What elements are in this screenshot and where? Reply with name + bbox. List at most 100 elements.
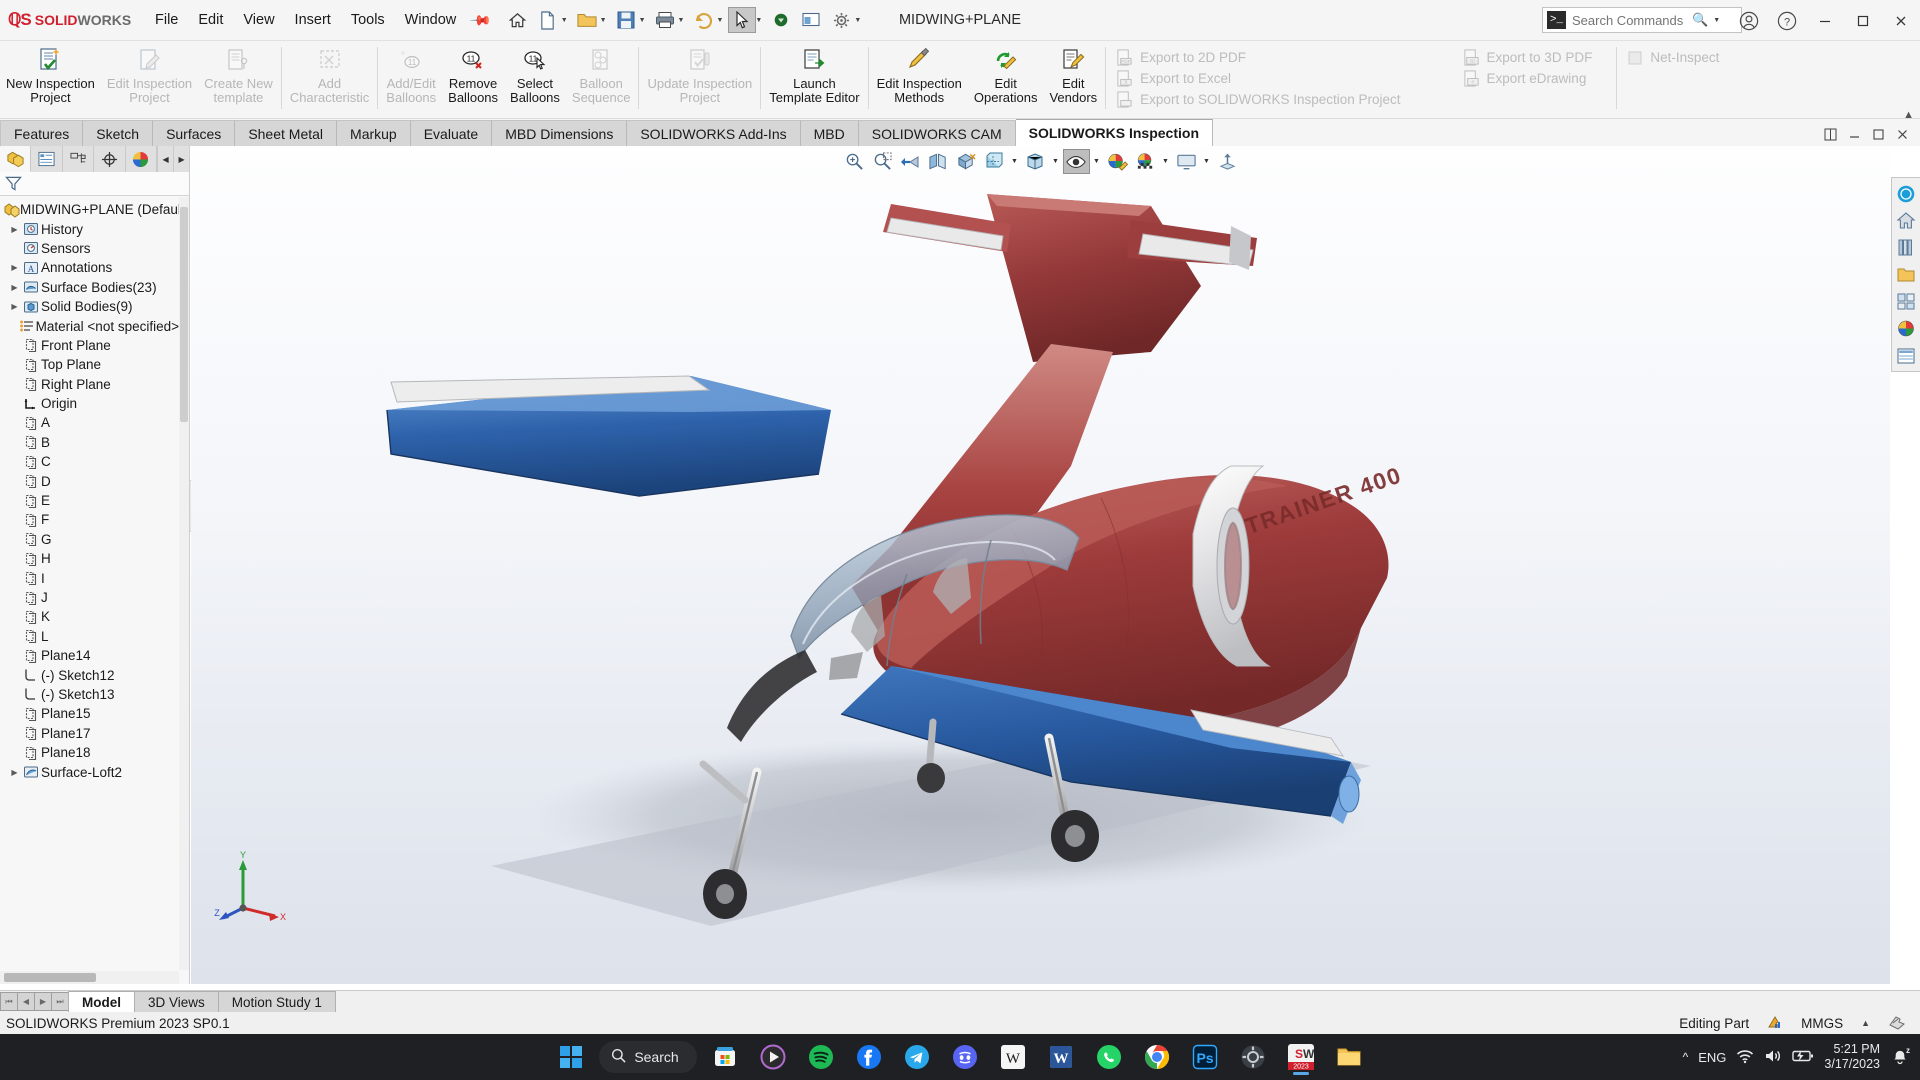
help-icon[interactable]: ? xyxy=(1768,0,1806,41)
chrome-icon[interactable] xyxy=(1137,1037,1177,1077)
feature-tree-vertical-scrollbar[interactable] xyxy=(179,197,189,970)
tab-features[interactable]: Features xyxy=(0,120,84,146)
previous-icon[interactable]: ◀ xyxy=(17,992,35,1011)
balloon-sequence-button[interactable]: Balloon Sequence xyxy=(566,41,637,111)
tree-item[interactable]: ▶ Surface-Loft2 xyxy=(0,762,179,781)
edit-inspection-methods-button[interactable]: Edit Inspection Methods xyxy=(871,41,968,111)
search-dropdown-icon[interactable]: ▼ xyxy=(1713,17,1720,24)
create-new-template-button[interactable]: Create New template xyxy=(198,41,279,111)
tree-item[interactable]: L xyxy=(0,627,179,646)
media-player-icon[interactable] xyxy=(753,1037,793,1077)
tree-item[interactable]: ▶ Solid Bodies(9) xyxy=(0,297,179,316)
feature-manager-tab[interactable] xyxy=(0,146,32,172)
tree-item[interactable]: F xyxy=(0,510,179,529)
first-icon[interactable]: ⏮ xyxy=(0,992,18,1011)
search-input[interactable] xyxy=(1572,12,1690,28)
clock[interactable]: 5:21 PM 3/17/2023 xyxy=(1824,1042,1880,1072)
battery-charging-icon[interactable] xyxy=(1792,1049,1814,1066)
appearances-scenes-icon[interactable] xyxy=(1892,315,1919,342)
tree-item[interactable]: Plane14 xyxy=(0,646,179,665)
tree-item[interactable]: Material <not specified> xyxy=(0,316,179,335)
scrollbar-thumb[interactable] xyxy=(4,973,96,982)
tab-solidworks-cam[interactable]: SOLIDWORKS CAM xyxy=(858,120,1016,146)
export-to-3d-pdf-item[interactable]: 3D Export to 3D PDF xyxy=(1455,47,1601,68)
chevron-up-icon[interactable]: ^ xyxy=(1683,1050,1689,1064)
tree-item[interactable]: MIDWING+PLANE (Default) xyxy=(0,200,179,219)
new-inspection-project-button[interactable]: New Inspection Project xyxy=(0,41,101,111)
tree-item[interactable]: E xyxy=(0,491,179,510)
next-icon[interactable]: ▶ xyxy=(34,992,52,1011)
tree-item[interactable]: I xyxy=(0,568,179,587)
launch-template-editor-button[interactable]: Launch Template Editor xyxy=(763,41,865,111)
new-document-icon[interactable] xyxy=(534,7,562,33)
menu-tools[interactable]: Tools xyxy=(341,8,395,32)
tab-markup[interactable]: Markup xyxy=(337,120,411,146)
display-style-icon[interactable] xyxy=(981,149,1008,174)
tree-item[interactable]: J xyxy=(0,588,179,607)
tree-item[interactable]: Plane17 xyxy=(0,724,179,743)
spotify-icon[interactable] xyxy=(801,1037,841,1077)
zoom-to-fit-icon[interactable] xyxy=(841,149,868,174)
select-balloons-button[interactable]: 11 Select Balloons xyxy=(504,41,566,111)
whatsapp-icon[interactable] xyxy=(1089,1037,1129,1077)
tab-solidworks-inspection[interactable]: SOLIDWORKS Inspection xyxy=(1015,119,1213,146)
home-view-icon[interactable] xyxy=(1892,207,1919,234)
volume-icon[interactable] xyxy=(1764,1048,1782,1067)
view-caret-icon[interactable]: ▼ xyxy=(1050,149,1062,174)
word-icon[interactable]: W xyxy=(1041,1037,1081,1077)
view-settings-caret-icon[interactable]: ▼ xyxy=(1201,149,1213,174)
undo-icon[interactable] xyxy=(689,7,717,33)
apply-scene-caret-icon[interactable]: ▼ xyxy=(1160,149,1172,174)
expand-arrow-icon[interactable]: ▶ xyxy=(8,225,21,234)
menu-window[interactable]: Window xyxy=(395,8,467,32)
tree-item[interactable]: K xyxy=(0,607,179,626)
new-document-caret-icon[interactable]: ▼ xyxy=(561,17,568,24)
telegram-icon[interactable] xyxy=(897,1037,937,1077)
previous-view-icon[interactable] xyxy=(897,149,924,174)
view-settings-icon[interactable] xyxy=(1173,149,1200,174)
notifications-silenced-icon[interactable]: z xyxy=(1890,1046,1910,1068)
edit-appearance-icon[interactable] xyxy=(1104,149,1131,174)
options-caret-icon[interactable]: ▼ xyxy=(854,17,861,24)
display-style-caret-icon[interactable]: ▼ xyxy=(1009,149,1021,174)
solidworks-2023-icon[interactable]: S W 2023 xyxy=(1281,1037,1321,1077)
print-caret-icon[interactable]: ▼ xyxy=(678,17,685,24)
tab-scroll-left-icon[interactable]: ◀ xyxy=(157,146,174,172)
zoom-to-area-icon[interactable] xyxy=(869,149,896,174)
view-orientation-icon[interactable] xyxy=(953,149,980,174)
open-document-caret-icon[interactable]: ▼ xyxy=(600,17,607,24)
hide-show-items-icon-group[interactable] xyxy=(1022,149,1049,174)
tab-motion-study-1[interactable]: Motion Study 1 xyxy=(217,991,336,1012)
edit-inspection-project-button[interactable]: Edit Inspection Project xyxy=(101,41,198,111)
hide-show-items-icon[interactable] xyxy=(1062,149,1090,174)
file-explorer-icon[interactable] xyxy=(1329,1037,1369,1077)
remove-balloons-button[interactable]: 11 Remove Balloons xyxy=(442,41,504,111)
tree-item[interactable]: Plane18 xyxy=(0,743,179,762)
tree-item[interactable]: ▶ History xyxy=(0,219,179,238)
update-inspection-project-button[interactable]: Update Inspection Project xyxy=(641,41,758,111)
design-library-icon[interactable] xyxy=(1892,234,1919,261)
discord-icon[interactable] xyxy=(945,1037,985,1077)
feature-tree-filter[interactable] xyxy=(0,172,189,196)
tab-mbd[interactable]: MBD xyxy=(800,120,859,146)
menu-view[interactable]: View xyxy=(233,8,284,32)
hide-show-caret-icon[interactable]: ▼ xyxy=(1091,149,1103,174)
dimxpert-manager-tab[interactable] xyxy=(94,146,126,172)
tree-item[interactable]: Top Plane xyxy=(0,355,179,374)
facebook-icon[interactable] xyxy=(849,1037,889,1077)
expand-arrow-icon[interactable]: ▶ xyxy=(8,302,21,311)
taskbar-search[interactable]: Search xyxy=(599,1041,697,1073)
language-indicator[interactable]: ENG xyxy=(1698,1050,1726,1065)
restore-panes-icon[interactable] xyxy=(1819,124,1842,144)
rebuild-icon[interactable] xyxy=(767,7,795,33)
units-label[interactable]: MMGS xyxy=(1801,1016,1843,1031)
select-cursor-icon[interactable] xyxy=(728,7,757,33)
select-caret-icon[interactable]: ▼ xyxy=(755,17,762,24)
net-inspect-item[interactable]: Net-Inspect xyxy=(1619,47,1727,68)
settings-app-icon[interactable] xyxy=(1233,1037,1273,1077)
print-icon[interactable] xyxy=(651,7,679,33)
pushpin-view-icon[interactable] xyxy=(1214,149,1241,174)
tree-item[interactable]: (-) Sketch12 xyxy=(0,665,179,684)
microsoft-store-icon[interactable] xyxy=(705,1037,745,1077)
tree-item[interactable]: H xyxy=(0,549,179,568)
